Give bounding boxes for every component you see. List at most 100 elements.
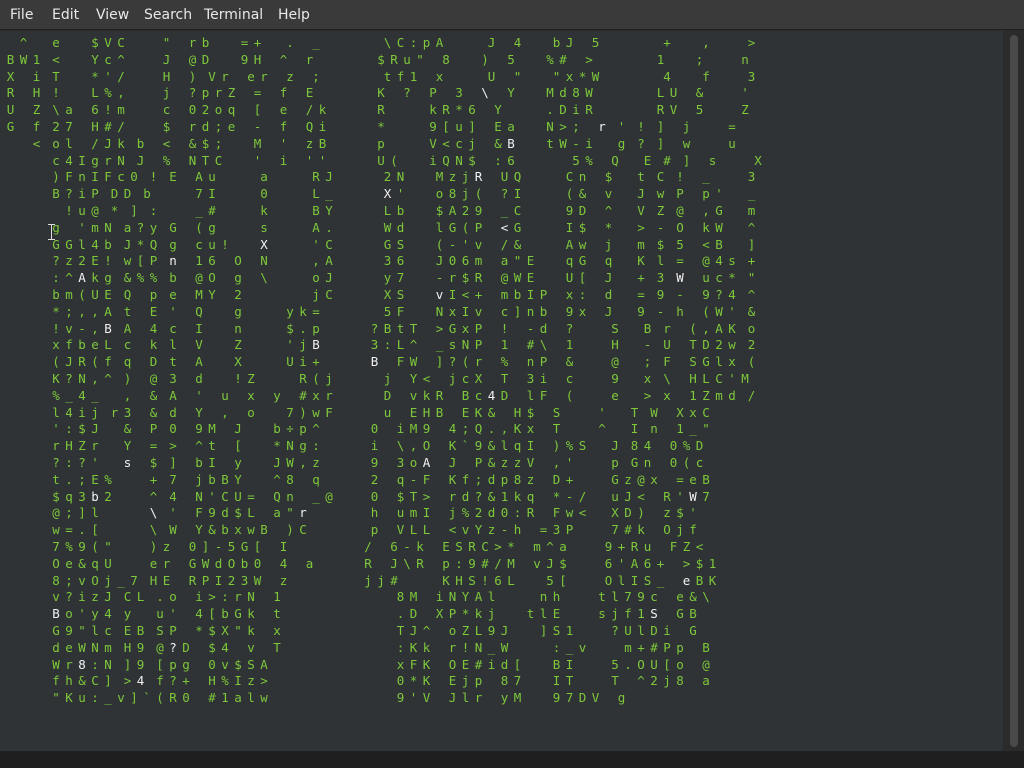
rain-char: & <box>494 135 502 151</box>
rain-char: G <box>689 623 697 638</box>
rain-char: c <box>461 371 470 386</box>
matrix-rain-text: ^ e $ V C " r b = +. _ \ C: p A J 4 b J 5 +, > B W 1 < Yc ^ J @ D 9 H ^ r $… <box>0 31 1003 751</box>
rain-char: 1 <box>409 68 418 84</box>
rain-char: f <box>279 119 288 134</box>
rain-char: 4 <box>169 488 177 504</box>
rain-char: G <box>448 219 457 235</box>
rain-char: O <box>208 270 216 286</box>
rain-char: 2 <box>227 572 236 588</box>
menu-edit[interactable]: Edit <box>52 0 79 30</box>
rain-char: 6 <box>468 102 476 118</box>
menu-search[interactable]: Search <box>144 0 192 30</box>
rain-char: v <box>474 303 483 319</box>
rain-char: @ <box>52 505 60 521</box>
rain-char: . <box>65 471 73 487</box>
rain-char: R <box>663 488 671 504</box>
rain-char: 5 <box>507 51 515 67</box>
rain-char: i <box>195 589 203 605</box>
rain-char: x <box>526 421 535 437</box>
rain-char: j <box>663 673 671 689</box>
rain-char: a <box>123 219 132 235</box>
rain-char: p <box>299 421 307 437</box>
rain-char: f <box>689 522 697 538</box>
menu-file[interactable]: File <box>10 0 33 30</box>
rain-char: Q <box>123 287 132 302</box>
rain-char: Z <box>32 102 41 118</box>
rain-char: d <box>539 320 548 336</box>
rain-char: K <box>442 572 450 588</box>
rain-char: t <box>396 320 405 336</box>
menu-terminal[interactable]: Terminal <box>204 0 263 30</box>
rain-char: H <box>253 51 262 67</box>
rain-char: Z <box>461 623 470 638</box>
rain-char: / <box>364 539 372 554</box>
rain-char: K <box>409 639 418 655</box>
rain-char: A <box>312 219 320 235</box>
rain-char: S <box>455 539 463 554</box>
rain-char: ' <box>52 421 60 437</box>
rain-char: I <box>78 152 86 168</box>
rain-char: J <box>390 555 398 571</box>
rain-char: 4 <box>78 387 86 403</box>
rain-char: = <box>728 119 736 134</box>
rain-char: 2 <box>461 203 470 218</box>
rain-char: X <box>474 371 483 386</box>
rain-char: T <box>409 320 418 336</box>
rain-char: s <box>728 253 736 269</box>
menu-help[interactable]: Help <box>278 0 310 30</box>
rain-char: ' <box>169 606 177 622</box>
rain-char: : <box>552 639 561 655</box>
rain-char: g <box>104 270 112 286</box>
rain-char: @ <box>637 471 645 487</box>
rain-char: b <box>396 203 405 218</box>
rain-char: l <box>539 606 548 622</box>
rain-char: 5 <box>591 35 600 50</box>
rain-char: S <box>552 623 561 638</box>
rain-char: l <box>500 438 509 454</box>
rain-char: D <box>578 203 587 218</box>
terminal-scrollbar[interactable] <box>1004 31 1024 751</box>
rain-char: F <box>195 505 203 521</box>
rain-char: u <box>221 387 229 403</box>
rain-char: u <box>702 270 710 286</box>
rain-char: 1 <box>689 387 697 403</box>
rain-char: t <box>637 169 645 185</box>
rain-char: c <box>123 337 132 353</box>
rain-char: % <box>136 270 145 286</box>
rain-char: s <box>448 337 457 353</box>
rain-char: a <box>65 102 73 118</box>
rain-char: Y <box>195 522 203 538</box>
scrollbar-thumb[interactable] <box>1010 35 1018 747</box>
rain-char: I <box>630 421 639 437</box>
rain-char: D <box>383 387 392 403</box>
rain-char: V <box>104 35 112 50</box>
rain-char: $ <box>435 203 444 218</box>
rain-char: - <box>676 287 684 302</box>
rain-char: 0 <box>500 505 509 521</box>
rain-char: w <box>123 253 132 269</box>
rain-char: f <box>32 119 41 134</box>
rain-char: O <box>234 253 242 269</box>
rain-char: Y <box>494 102 502 118</box>
rain-char: B <box>312 203 320 218</box>
terminal-output[interactable]: ^ e $ V C " r b = +. _ \ C: p A J 4 b J 5 +, > B W 1 < Yc ^ J @ D 9 H ^ r $… <box>0 31 1003 751</box>
rain-char: W <box>585 85 593 101</box>
menu-view[interactable]: View <box>96 0 129 30</box>
rain-char: Y <box>91 51 99 67</box>
rain-char: u <box>78 690 86 706</box>
rain-char: " <box>747 270 756 286</box>
rain-char: . <box>487 421 496 437</box>
rain-char: m <box>474 253 483 269</box>
rain-char: 1 <box>500 337 509 353</box>
rain-char: U <box>500 169 509 185</box>
rain-char: J <box>448 690 457 706</box>
rain-char: Q <box>273 488 281 504</box>
rain-char: ` <box>143 690 151 706</box>
rain-char: : <box>91 656 99 672</box>
rain-char: k <box>260 203 268 218</box>
rain-char: G <box>448 320 457 336</box>
rain-char: = <box>539 522 548 538</box>
rain-char: w <box>682 135 691 151</box>
rain-char: / <box>494 555 502 571</box>
rain-char: J <box>104 135 112 151</box>
